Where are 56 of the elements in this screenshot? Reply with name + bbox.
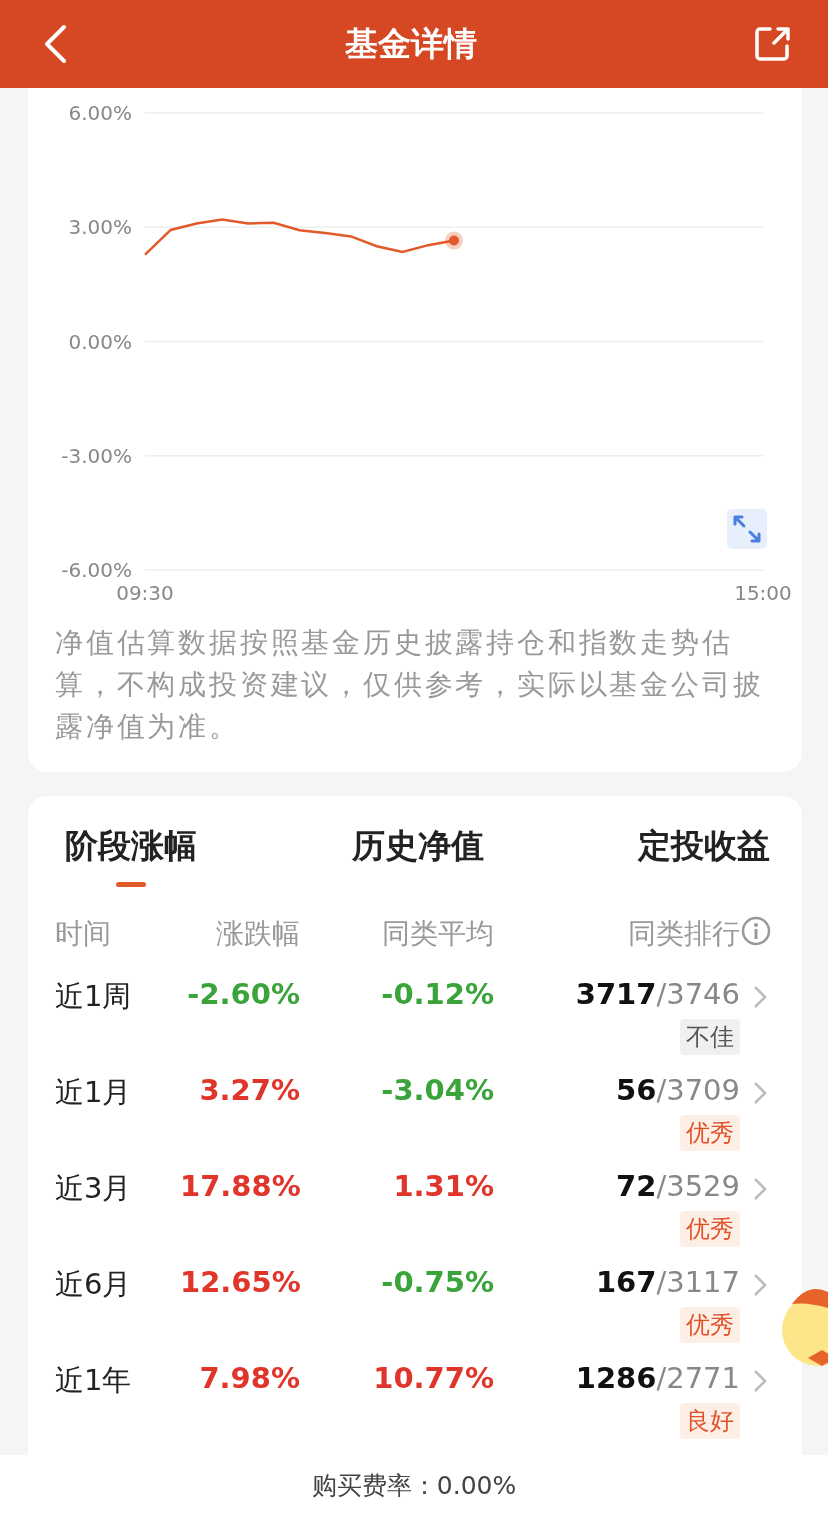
tab[interactable]: 定投收益 (638, 824, 770, 889)
axis-label: 15:00 (734, 581, 792, 605)
change-value: 3.27% (198, 1072, 300, 1107)
average-value: -0.12% (380, 976, 494, 1011)
rank-value: 167 (595, 1265, 657, 1299)
expand-icon[interactable] (727, 509, 767, 549)
tab[interactable]: 历史净值 (351, 824, 484, 889)
info-icon[interactable] (740, 915, 772, 947)
back-button[interactable] (42, 24, 68, 64)
rating-tag: 不佳 (680, 1019, 740, 1055)
disclaimer-text: 净值估算数据按照基金历史披露持仓和指数走势估算，不构成投资建议，仅供参考，实际以基金公司披露净值为准。 (54, 625, 765, 745)
column-header: 同类排行 (628, 916, 740, 952)
rating-tag: 良好 (680, 1403, 740, 1439)
period-label: 近1周 (55, 978, 133, 1015)
rank-value: 3717 (575, 977, 657, 1011)
average-value: 1.31% (392, 1168, 494, 1203)
rank-value: 56 (616, 1073, 657, 1107)
share-button[interactable] (754, 25, 792, 63)
axis-label: 6.00% (68, 101, 132, 125)
page-title: 基金详情 (345, 22, 477, 65)
chevron-icon[interactable] (753, 985, 767, 1009)
chevron-icon[interactable] (753, 1273, 767, 1297)
average-value: -0.75% (380, 1264, 494, 1299)
rank-total: /3117 (656, 1265, 740, 1299)
rating-tag: 优秀 (680, 1115, 740, 1151)
purchase-fee-text: 购买费率：0.00% (311, 1469, 517, 1502)
period-label: 近3月 (55, 1170, 133, 1207)
chevron-icon[interactable] (753, 1081, 767, 1105)
period-label: 近1年 (55, 1362, 133, 1399)
chevron-icon[interactable] (753, 1177, 767, 1201)
chevron-icon[interactable] (753, 1369, 767, 1393)
period-label: 近6月 (55, 1266, 133, 1303)
change-value: -2.60% (186, 976, 300, 1011)
rank-total: /3746 (656, 977, 740, 1011)
average-value: -3.04% (380, 1072, 494, 1107)
axis-label: 3.00% (68, 215, 132, 240)
column-header: 涨跌幅 (215, 916, 300, 952)
rating-tag: 优秀 (680, 1211, 740, 1247)
rank-total: /3709 (656, 1073, 740, 1107)
change-value: 17.88% (180, 1168, 300, 1203)
tab[interactable]: 阶段涨幅 (65, 824, 197, 889)
rank-value: 1286 (575, 1361, 657, 1395)
change-value: 12.65% (180, 1264, 300, 1299)
axis-label: 0.00% (68, 329, 132, 354)
axis-label: -3.00% (61, 443, 132, 468)
axis-label: -6.00% (61, 558, 132, 582)
column-header: 同类平均 (381, 916, 494, 952)
change-value: 7.98% (198, 1360, 300, 1395)
rank-value: 72 (616, 1169, 657, 1203)
average-value: 10.77% (372, 1360, 494, 1395)
axis-label: 09:30 (116, 581, 174, 605)
rating-tag: 优秀 (680, 1307, 740, 1343)
rank-total: /2771 (656, 1361, 740, 1395)
rank-total: /3529 (656, 1169, 740, 1203)
column-header: 时间 (55, 916, 112, 952)
period-label: 近1月 (55, 1074, 133, 1111)
